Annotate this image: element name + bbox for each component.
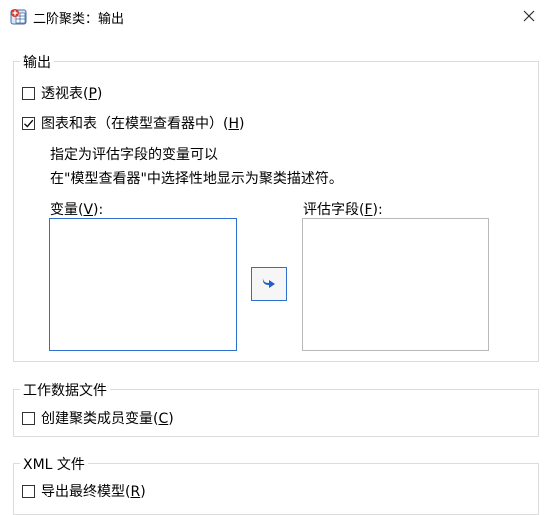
description-line-2: 在"模型查看器"中选择性地显示为聚类描述符。 <box>50 171 343 187</box>
create-membership-checkbox[interactable] <box>22 411 35 425</box>
pivot-table-checkbox[interactable] <box>22 86 35 100</box>
evaluation-fields-listbox[interactable] <box>302 218 489 351</box>
charts-tables-option[interactable]: 图表和表（在模型查看器中）(H) <box>22 114 244 132</box>
create-membership-label: 创建聚类成员变量(C) <box>41 411 174 427</box>
export-final-model-checkbox[interactable] <box>22 484 35 498</box>
window-title: 二阶聚类：输出 <box>33 12 125 27</box>
arrow-right-icon <box>261 275 277 293</box>
charts-tables-checkbox[interactable] <box>22 116 35 130</box>
variables-listbox[interactable] <box>49 218 237 351</box>
close-button[interactable] <box>512 4 546 32</box>
working-data-legend: 工作数据文件 <box>20 380 110 400</box>
description-line-1: 指定为评估字段的变量可以 <box>50 147 218 163</box>
close-icon <box>523 10 535 26</box>
export-final-model-option[interactable]: 导出最终模型(R) <box>22 482 146 500</box>
pivot-table-label: 透视表(P) <box>41 86 103 102</box>
variables-label: 变量(V): <box>50 202 104 218</box>
evaluation-fields-label: 评估字段(F): <box>303 202 383 218</box>
pivot-table-option[interactable]: 透视表(P) <box>22 84 102 102</box>
xml-file-legend: XML 文件 <box>20 454 88 474</box>
title-bar: 二阶聚类：输出 <box>0 0 551 34</box>
move-to-eval-fields-button[interactable] <box>251 267 287 301</box>
output-group-legend: 输出 <box>20 52 54 72</box>
spss-table-icon <box>10 8 28 26</box>
export-final-model-label: 导出最终模型(R) <box>41 484 146 500</box>
charts-tables-label: 图表和表（在模型查看器中）(H) <box>41 116 245 132</box>
create-membership-option[interactable]: 创建聚类成员变量(C) <box>22 409 174 427</box>
